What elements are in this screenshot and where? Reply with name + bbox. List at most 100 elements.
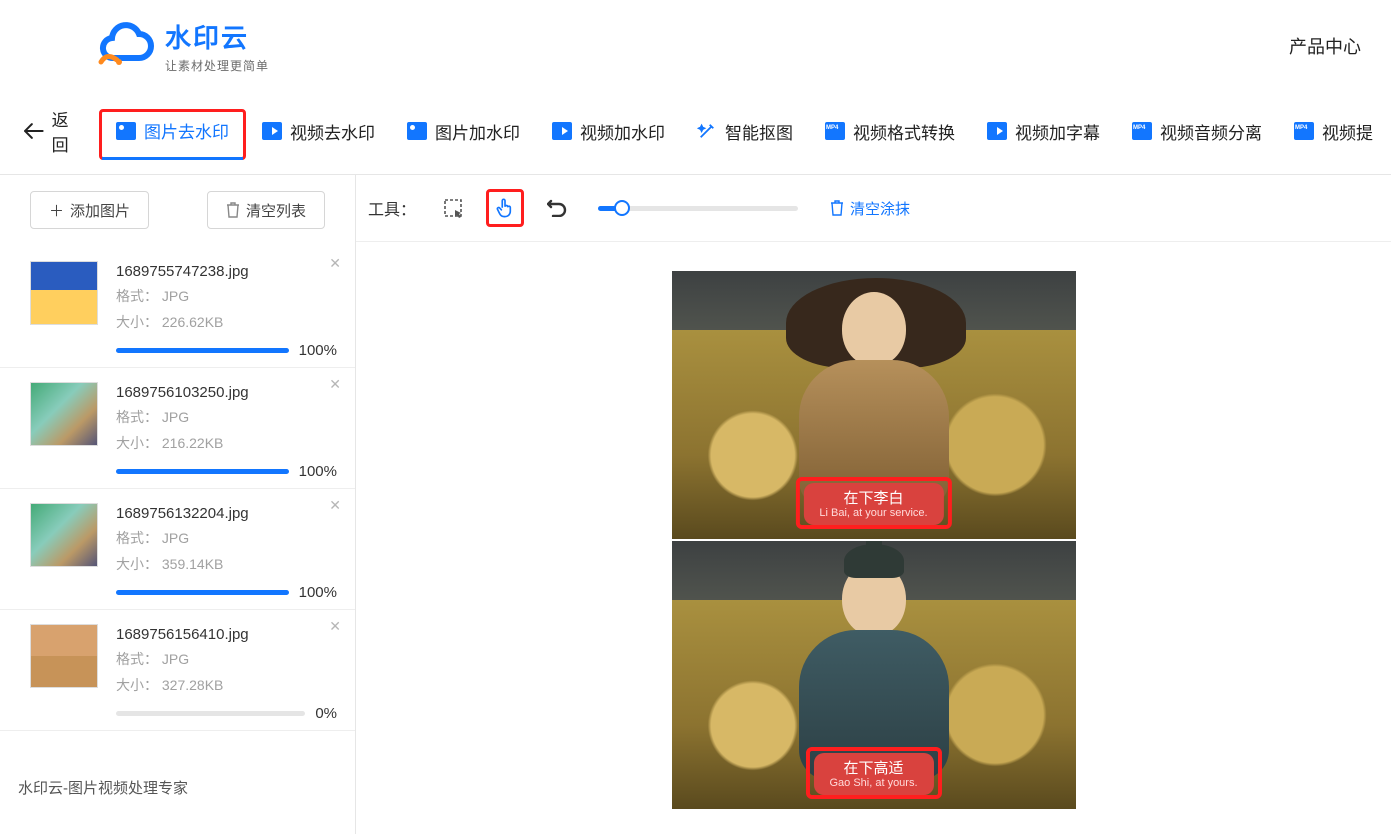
file-meta: 1689756103250.jpg 格式： JPG 大小： 216.22KB 100% — [116, 382, 337, 480]
file-size: 大小： 216.22KB — [116, 433, 337, 453]
image-icon — [407, 122, 427, 140]
file-name: 1689756132204.jpg — [116, 505, 337, 522]
add-image-button[interactable]: ＋ 添加图片 — [30, 191, 149, 229]
logo-subtitle: 让素材处理更简单 — [165, 57, 269, 74]
subtitle-bubble: 在下高适 Gao Shi, at yours. — [813, 753, 933, 795]
file-format: 格式： JPG — [116, 407, 337, 427]
mp4-icon — [1294, 122, 1314, 140]
wand-icon — [697, 122, 717, 140]
file-progress-pct: 0% — [315, 705, 337, 722]
tab-video-add-subtitle[interactable]: 视频加字幕 — [971, 111, 1116, 162]
file-progress-bar — [116, 711, 305, 716]
file-thumbnail — [30, 261, 98, 325]
file-progress-bar — [116, 348, 289, 353]
file-size: 大小： 226.62KB — [116, 312, 337, 332]
file-name: 1689755747238.jpg — [116, 263, 337, 280]
canvas-area: 工具： 清空涂抹 — [356, 175, 1391, 834]
file-name: 1689756156410.jpg — [116, 626, 337, 643]
tab-video-extract[interactable]: 视频提 — [1278, 111, 1373, 162]
file-thumbnail — [30, 382, 98, 446]
trash-icon — [830, 200, 844, 216]
sidebar-actions: ＋ 添加图片 清空列表 — [0, 175, 355, 247]
footer-text: 水印云-图片视频处理专家 — [18, 777, 188, 798]
file-item[interactable]: 1689755747238.jpg 格式： JPG 大小： 226.62KB 100%… — [0, 247, 355, 368]
file-progress-bar — [116, 469, 289, 474]
button-label: 添加图片 — [70, 200, 130, 221]
tab-label: 图片去水印 — [144, 118, 229, 143]
product-center-link[interactable]: 产品中心 — [1289, 33, 1361, 59]
file-thumbnail — [30, 503, 98, 567]
tab-video-format-convert[interactable]: 视频格式转换 — [809, 111, 971, 162]
canvas-toolbar: 工具： 清空涂抹 — [356, 175, 1391, 242]
tab-label: 图片加水印 — [435, 119, 520, 144]
file-progress-row: 0% — [116, 705, 337, 722]
back-button[interactable]: 返回 — [18, 98, 99, 174]
file-name: 1689756103250.jpg — [116, 384, 337, 401]
clear-strokes-button[interactable]: 清空涂抹 — [830, 198, 910, 219]
tool-undo[interactable] — [538, 189, 576, 227]
caption-en: Gao Shi, at yours. — [829, 777, 917, 789]
brush-size-slider[interactable] — [598, 206, 798, 211]
slider-handle[interactable] — [614, 200, 630, 216]
caption-en: Li Bai, at your service. — [819, 507, 927, 519]
file-progress-row: 100% — [116, 584, 337, 601]
tool-brush-select[interactable] — [486, 189, 524, 227]
back-label: 返回 — [52, 106, 85, 156]
file-size: 大小： 359.14KB — [116, 554, 337, 574]
file-item[interactable]: 1689756156410.jpg 格式： JPG 大小： 327.28KB 0% ✕ — [0, 610, 355, 731]
tab-label: 视频去水印 — [290, 119, 375, 144]
file-format: 格式： JPG — [116, 286, 337, 306]
tab-video-audio-split[interactable]: 视频音频分离 — [1116, 111, 1278, 162]
tab-image-add-watermark[interactable]: 图片加水印 — [391, 111, 536, 162]
logo: 水印云 让素材处理更简单 — [95, 18, 269, 74]
logo-icon — [95, 22, 155, 70]
file-progress-pct: 100% — [299, 342, 337, 359]
file-meta: 1689756156410.jpg 格式： JPG 大小： 327.28KB 0% — [116, 624, 337, 722]
file-progress-bar — [116, 590, 289, 595]
file-progress-pct: 100% — [299, 463, 337, 480]
tab-label: 视频加字幕 — [1015, 119, 1100, 144]
tool-rectangle-select[interactable] — [434, 189, 472, 227]
file-meta: 1689756132204.jpg 格式： JPG 大小： 359.14KB 100% — [116, 503, 337, 601]
hand-pointer-icon — [494, 197, 516, 219]
button-label: 清空涂抹 — [850, 198, 910, 219]
file-progress-pct: 100% — [299, 584, 337, 601]
preview-image: 在下李白 Li Bai, at your service. 在下高适 — [672, 271, 1076, 809]
tool-label: 工具： — [368, 196, 416, 220]
logo-title: 水印云 — [165, 18, 269, 55]
file-remove-button[interactable]: ✕ — [329, 618, 341, 635]
logo-text: 水印云 让素材处理更简单 — [165, 18, 269, 74]
file-remove-button[interactable]: ✕ — [329, 255, 341, 272]
file-item[interactable]: 1689756103250.jpg 格式： JPG 大小： 216.22KB 100%… — [0, 368, 355, 489]
file-list: 1689755747238.jpg 格式： JPG 大小： 226.62KB 100%… — [0, 247, 355, 731]
tab-video-add-watermark[interactable]: 视频加水印 — [536, 111, 681, 162]
file-format: 格式： JPG — [116, 528, 337, 548]
video-icon — [262, 122, 282, 140]
file-progress-row: 100% — [116, 342, 337, 359]
preview-pane-bottom: 在下高适 Gao Shi, at yours. — [672, 541, 1076, 809]
subtitle-bubble: 在下李白 Li Bai, at your service. — [803, 483, 943, 525]
mp4-icon — [1132, 122, 1152, 140]
file-sidebar: ＋ 添加图片 清空列表 1689755747238.jpg 格式： JPG 大小： … — [0, 175, 356, 834]
caption-highlight-box: 在下李白 Li Bai, at your service. — [795, 477, 951, 529]
tab-image-remove-watermark[interactable]: 图片去水印 — [99, 109, 246, 160]
file-size: 大小： 327.28KB — [116, 675, 337, 695]
file-remove-button[interactable]: ✕ — [329, 376, 341, 393]
file-thumbnail — [30, 624, 98, 688]
video-icon — [552, 122, 572, 140]
tab-label: 智能抠图 — [725, 119, 793, 144]
tab-smart-cutout[interactable]: 智能抠图 — [681, 111, 809, 162]
file-remove-button[interactable]: ✕ — [329, 497, 341, 514]
file-item[interactable]: 1689756132204.jpg 格式： JPG 大小： 359.14KB 100%… — [0, 489, 355, 610]
clear-list-button[interactable]: 清空列表 — [207, 191, 325, 229]
plus-icon: ＋ — [49, 200, 64, 221]
canvas-stage[interactable]: 在下李白 Li Bai, at your service. 在下高适 — [356, 242, 1391, 834]
tab-label: 视频加水印 — [580, 119, 665, 144]
button-label: 清空列表 — [246, 200, 306, 221]
undo-icon — [547, 199, 567, 217]
tab-video-remove-watermark[interactable]: 视频去水印 — [246, 111, 391, 162]
rect-select-icon — [443, 198, 463, 218]
file-format: 格式： JPG — [116, 649, 337, 669]
tab-label: 视频音频分离 — [1160, 119, 1262, 144]
tab-label: 视频格式转换 — [853, 119, 955, 144]
